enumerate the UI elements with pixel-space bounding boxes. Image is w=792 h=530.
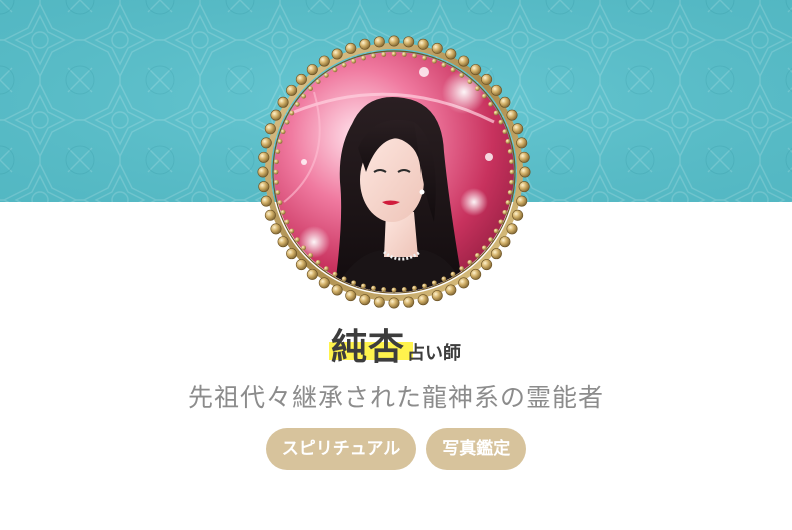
gold-frame-icon	[256, 34, 532, 310]
profile-role: 占い師	[407, 343, 461, 364]
tag-spiritual[interactable]: スピリチュアル	[265, 428, 417, 470]
tag-list: スピリチュアル 写真鑑定	[0, 428, 792, 470]
name-row: 純杏 占い師	[0, 318, 792, 370]
profile-name: 純杏	[330, 327, 405, 368]
name-wrap: 純杏 占い師	[328, 318, 461, 370]
tag-photo-reading[interactable]: 写真鑑定	[426, 428, 527, 470]
profile-tagline: 先祖代々継承された龍神系の霊能者	[187, 383, 604, 412]
